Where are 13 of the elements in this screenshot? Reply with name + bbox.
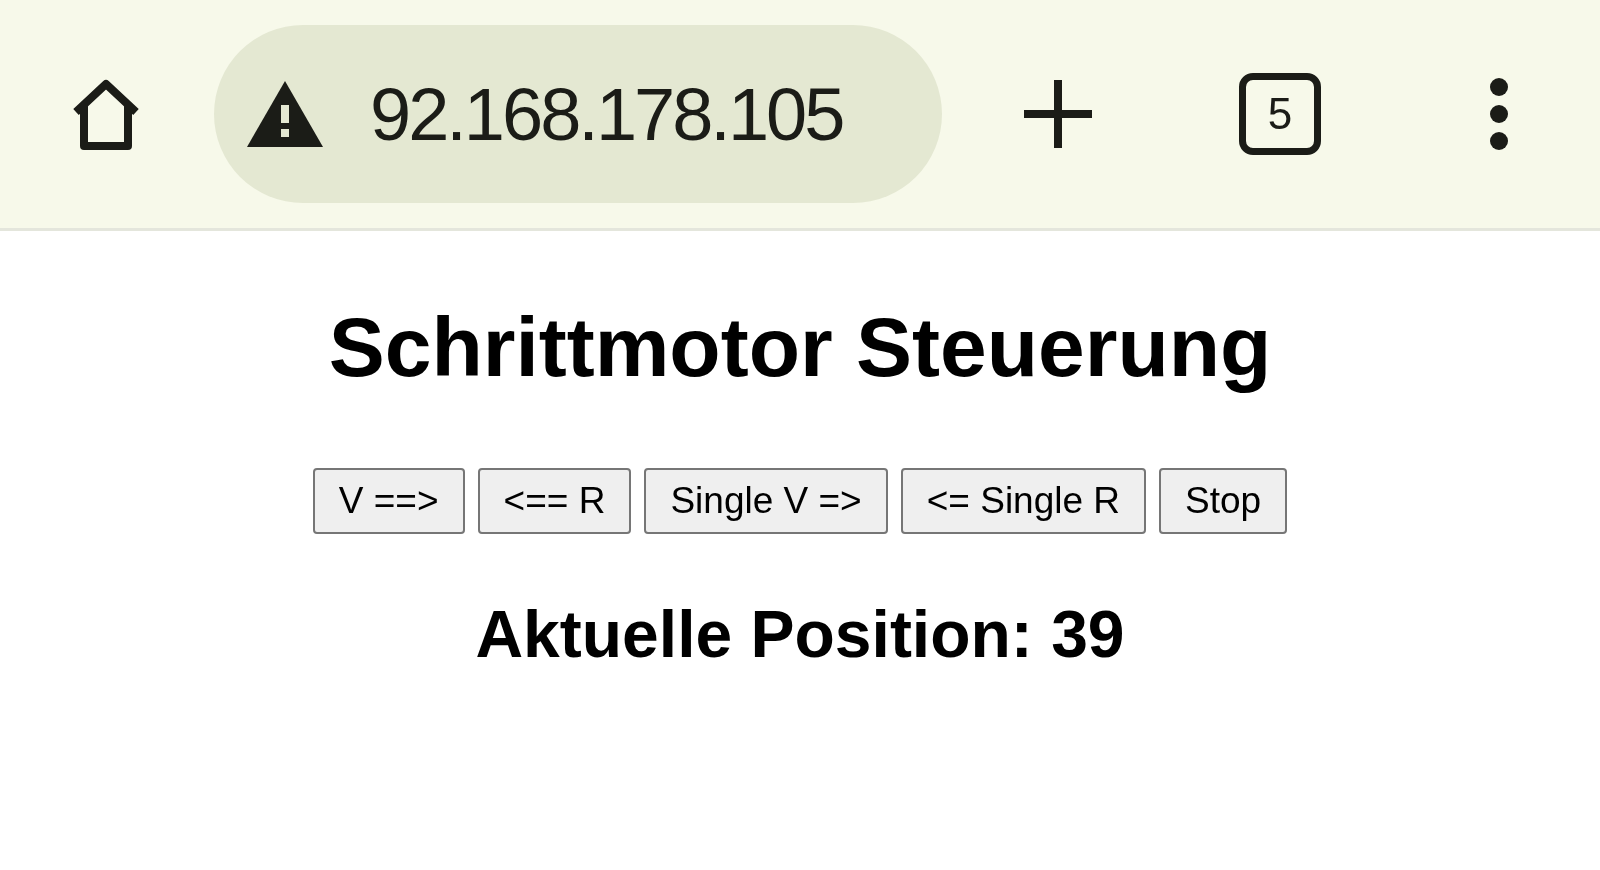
address-bar[interactable]: 92.168.178.105 — [214, 25, 942, 203]
control-button[interactable]: <== R — [477, 468, 632, 534]
menu-icon[interactable] — [1489, 78, 1509, 150]
plus-icon[interactable] — [1022, 78, 1094, 150]
position-heading: Aktuelle Position: 39 — [475, 596, 1125, 672]
control-button[interactable]: Single V => — [644, 468, 888, 534]
warning-icon[interactable] — [244, 79, 326, 149]
control-button[interactable]: Stop — [1159, 468, 1288, 534]
tab-count[interactable]: 5 — [1239, 73, 1321, 155]
control-button[interactable]: V ==> — [312, 468, 465, 534]
url-text: 92.168.178.105 — [370, 71, 843, 157]
page-title: Schrittmotor Steuerung — [328, 299, 1272, 396]
control-button[interactable]: <= Single R — [900, 468, 1147, 534]
